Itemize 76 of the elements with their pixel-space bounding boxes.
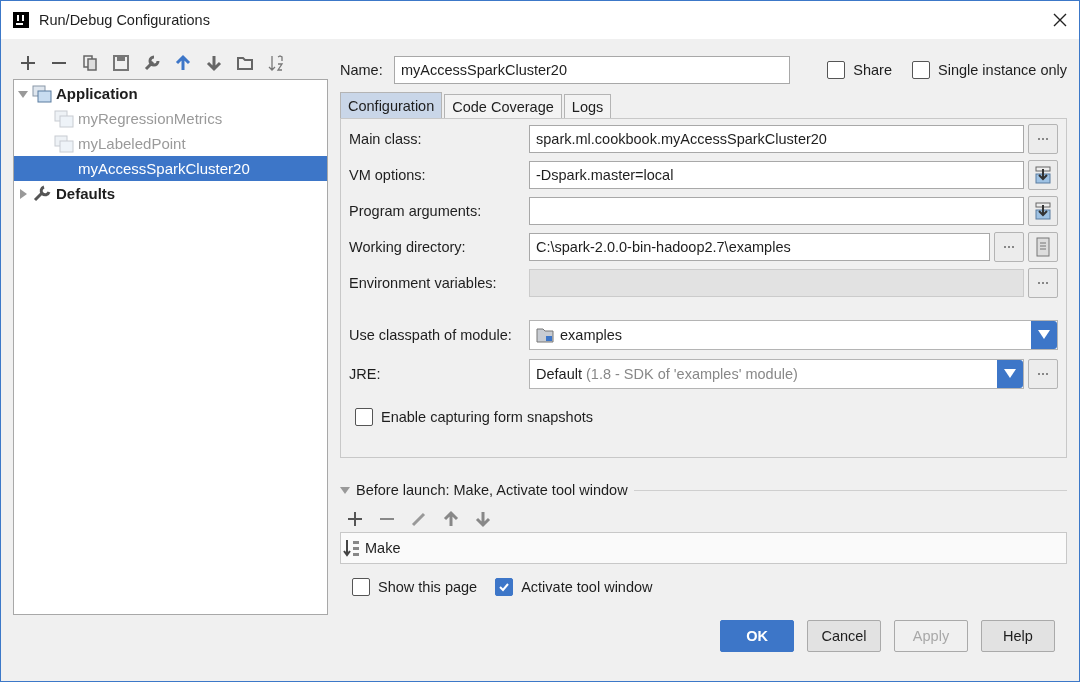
save-icon[interactable]: [112, 54, 130, 72]
expanded-arrow-icon[interactable]: [340, 485, 350, 495]
sort-icon[interactable]: [267, 54, 285, 72]
checkbox[interactable]: Show this page: [352, 578, 478, 596]
ellipsis-icon: [1003, 245, 1015, 249]
expand-button[interactable]: [1028, 160, 1058, 190]
pencil-icon[interactable]: [410, 510, 428, 528]
checkbox[interactable]: Share: [827, 61, 892, 79]
checkbox-box[interactable]: [912, 61, 930, 79]
checkbox[interactable]: Single instance only: [912, 61, 1067, 79]
tab[interactable]: Logs: [563, 94, 612, 118]
dialog-button[interactable]: Help: [981, 620, 1055, 652]
down-arrow-icon[interactable]: [205, 54, 223, 72]
copy-icon[interactable]: [81, 54, 99, 72]
expand-icon: [1033, 165, 1053, 185]
dialog-button[interactable]: OK: [720, 620, 794, 652]
tree-group[interactable]: Application: [14, 81, 327, 106]
input-field[interactable]: C:\spark-2.0.0-bin-hadoop2.7\examples: [529, 233, 990, 261]
expand-icon: [1033, 201, 1053, 221]
tab[interactable]: Configuration: [340, 92, 443, 118]
field-label: Program arguments:: [349, 203, 483, 219]
checkbox-label: Share: [853, 62, 892, 78]
section-title[interactable]: Before launch: Make, Activate tool window: [356, 482, 628, 498]
expand-button[interactable]: [1028, 196, 1058, 226]
tab[interactable]: Code Coverage: [444, 94, 562, 118]
field-label: VM options:: [349, 167, 427, 183]
ellipsis-icon: [1037, 137, 1049, 141]
jre-dropdown[interactable]: Default (1.8 - SDK of 'examples' module): [529, 359, 1024, 389]
collapsed-arrow-icon[interactable]: [18, 188, 28, 199]
input-field[interactable]: -Dspark.master=local: [529, 161, 1024, 189]
tree-group[interactable]: Defaults: [14, 181, 327, 206]
add-icon[interactable]: [19, 54, 37, 72]
tree-item[interactable]: myAccessSparkCluster20: [14, 156, 327, 181]
input-field[interactable]: spark.ml.cookbook.myAccessSparkCluster20: [529, 125, 1024, 153]
document-icon: [1035, 237, 1051, 257]
module-folder-icon: [536, 327, 554, 343]
application-icon: [54, 134, 74, 153]
close-icon[interactable]: [1053, 13, 1067, 27]
checkbox-box[interactable]: [827, 61, 846, 79]
binary-icon: [343, 539, 361, 557]
checkbox-label: Enable capturing form snapshots: [381, 409, 593, 425]
ellipsis-icon: [1037, 372, 1049, 376]
field-label: Main class:: [349, 131, 423, 147]
checkbox[interactable]: Enable capturing form snapshots: [355, 408, 1058, 426]
application-icon: [54, 109, 74, 128]
checkbox-label: Single instance only: [938, 62, 1067, 78]
ellipsis-icon: [1037, 281, 1049, 285]
field-label: Working directory:: [349, 239, 467, 255]
checkbox-box[interactable]: [352, 578, 370, 596]
checkbox-label: Show this page: [378, 579, 478, 595]
wrench-icon: [32, 184, 52, 203]
checkbox-label: Activate tool window: [521, 579, 653, 595]
field-label: Environment variables:: [349, 275, 498, 291]
dropdown-arrow-icon: [1038, 330, 1050, 340]
window-title: Run/Debug Configurations: [39, 12, 211, 28]
module-dropdown[interactable]: examples: [529, 320, 1058, 350]
folder-icon[interactable]: [236, 54, 254, 72]
wrench-icon[interactable]: [143, 54, 161, 72]
up-arrow-icon[interactable]: [442, 510, 460, 528]
checkbox-box[interactable]: [495, 578, 514, 596]
add-icon[interactable]: [346, 510, 364, 528]
app-icon: [13, 12, 29, 28]
checkbox[interactable]: Activate tool window: [495, 578, 653, 596]
name-field[interactable]: myAccessSparkCluster20: [394, 56, 790, 84]
field-label: Use classpath of module:: [349, 327, 513, 343]
up-arrow-icon[interactable]: [174, 54, 192, 72]
expanded-arrow-icon[interactable]: [18, 88, 28, 99]
name-label: Name:: [340, 62, 384, 78]
application-icon: [32, 84, 52, 103]
task-item[interactable]: Make: [343, 539, 1066, 557]
dialog-button[interactable]: Cancel: [807, 620, 881, 652]
checkbox-box[interactable]: [355, 408, 373, 426]
input-field[interactable]: [529, 197, 1024, 225]
down-arrow-icon[interactable]: [474, 510, 492, 528]
dropdown-arrow-icon: [1004, 369, 1016, 379]
field-label: JRE:: [349, 366, 382, 382]
